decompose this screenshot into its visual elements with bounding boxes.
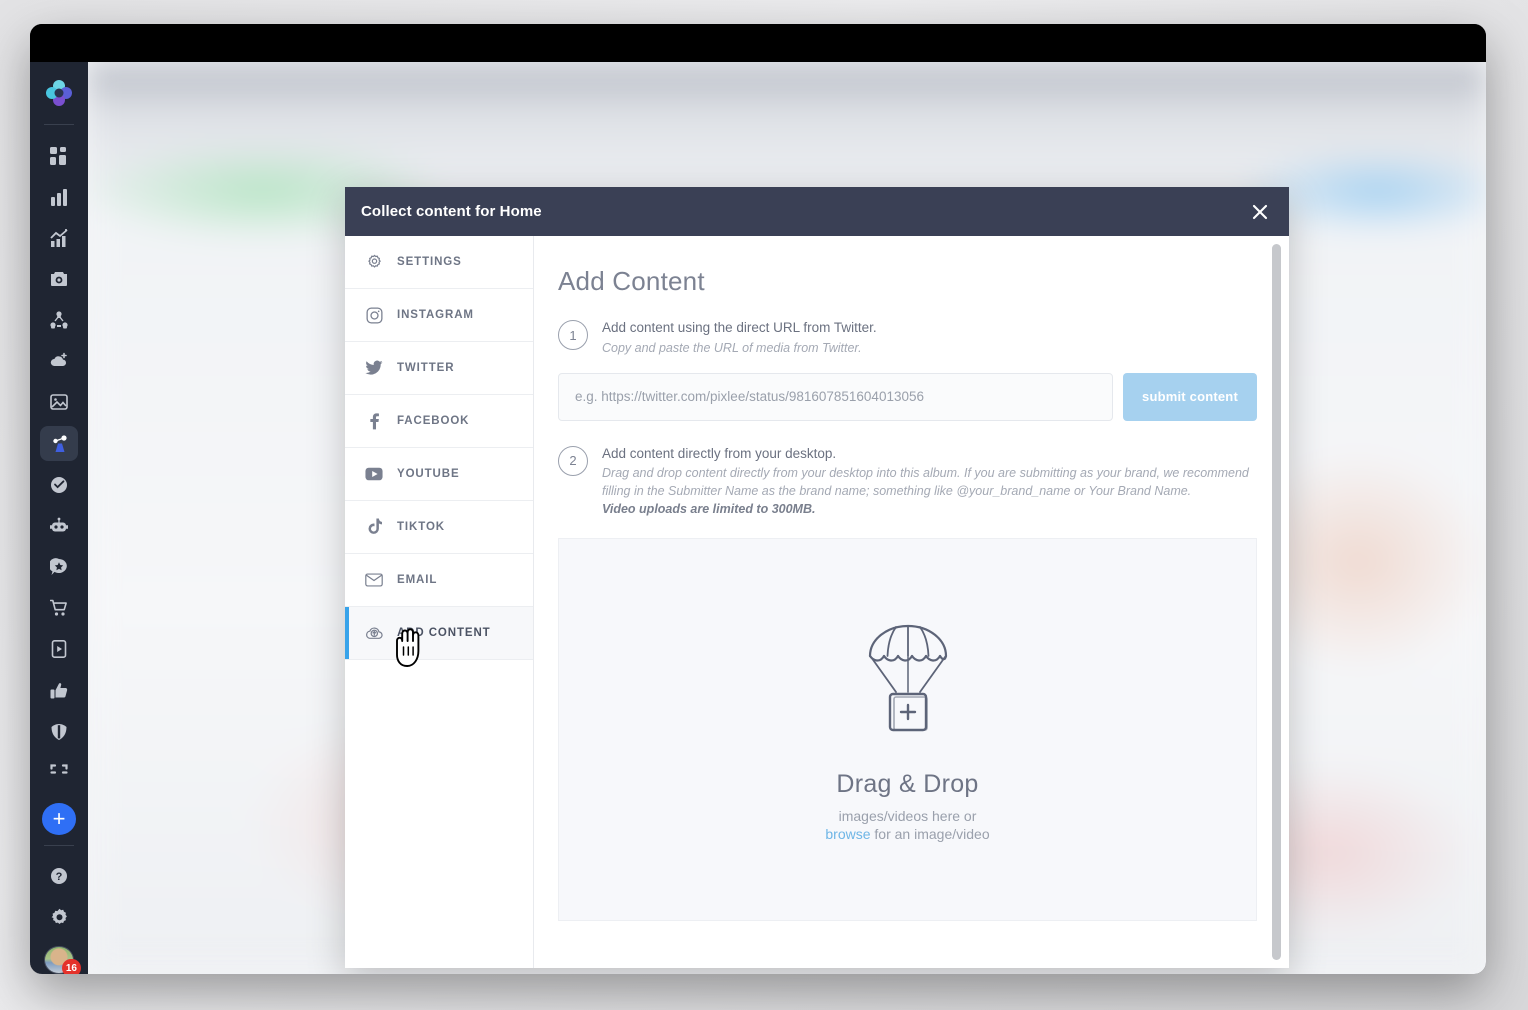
camera-icon[interactable] [40, 261, 78, 296]
sidebar-item-twitter[interactable]: TWITTER [345, 342, 533, 395]
url-input[interactable] [558, 372, 1113, 421]
crop-icon[interactable] [40, 755, 78, 790]
browser-window: + ? 16 Collect content for Home SETTINGS… [30, 24, 1486, 974]
twitter-icon [363, 359, 385, 377]
sidebar-item-label: YOUTUBE [397, 468, 460, 480]
sidebar-item-add-content[interactable]: ADD CONTENT [345, 607, 533, 660]
dashboard-icon[interactable] [40, 138, 78, 173]
browse-link[interactable]: browse [825, 826, 870, 842]
step-two-title: Add content directly from your desktop. [602, 445, 837, 461]
sidebar-item-label: EMAIL [397, 574, 438, 586]
app-viewport: + ? 16 Collect content for Home SETTINGS… [30, 62, 1486, 974]
browser-title-bar [30, 24, 1486, 62]
drag-drop-zone[interactable]: Drag & Drop images/videos here or browse… [558, 538, 1257, 922]
thumbs-up-icon[interactable] [40, 673, 78, 708]
submit-content-button[interactable]: submit content [1123, 372, 1257, 421]
approve-icon[interactable] [40, 467, 78, 502]
step-number: 1 [558, 320, 588, 350]
sidebar-item-email[interactable]: EMAIL [345, 554, 533, 607]
step-number: 2 [558, 445, 588, 476]
sidebar-item-instagram[interactable]: INSTAGRAM [345, 289, 533, 342]
background-top-bar [88, 62, 1486, 106]
mobile-video-icon[interactable] [40, 632, 78, 667]
gear-icon[interactable] [40, 900, 78, 935]
bar-chart-icon[interactable] [40, 179, 78, 214]
dropzone-sub-suffix: for an image/video [874, 826, 990, 843]
sidebar-item-label: ADD CONTENT [397, 627, 491, 639]
add-button[interactable]: + [42, 803, 76, 835]
url-submit-row: submit content [558, 372, 1257, 421]
step-one: 1 Add content using the direct URL from … [558, 319, 1257, 357]
avatar-notification-badge: 16 [61, 959, 81, 974]
app-nav-rail: + ? 16 [30, 62, 88, 974]
sidebar-item-label: SETTINGS [397, 256, 462, 268]
robot-icon[interactable] [40, 508, 78, 543]
trend-chart-icon[interactable] [40, 220, 78, 255]
dropzone-sub-prefix: images/videos here or [838, 807, 977, 824]
page-title: Add Content [558, 266, 705, 296]
modal-scrollbar-thumb[interactable] [1272, 244, 1281, 960]
modal-sidebar: SETTINGS INSTAGRAM TWITTER FACEBOOK YOUT… [345, 236, 534, 968]
sidebar-item-label: INSTAGRAM [397, 309, 474, 321]
shield-icon[interactable] [40, 714, 78, 749]
network-icon[interactable] [40, 303, 78, 338]
cart-icon[interactable] [40, 591, 78, 626]
collect-content-modal: Collect content for Home SETTINGS INSTAG… [345, 187, 1289, 968]
sidebar-item-youtube[interactable]: YOUTUBE [345, 448, 533, 501]
pixlee-logo[interactable] [44, 78, 74, 108]
step-one-title: Add content using the direct URL from Tw… [602, 320, 877, 335]
avatar[interactable]: 16 [44, 946, 81, 974]
review-star-icon[interactable] [40, 549, 78, 584]
step-two: 2 Add content directly from your desktop… [558, 445, 1257, 517]
sidebar-item-label: FACEBOOK [397, 415, 470, 427]
modal-content-pane: Add Content 1 Add content using the dire… [534, 236, 1289, 968]
step-two-note: Video uploads are limited to 300MB. [602, 502, 816, 517]
gear-icon [363, 254, 385, 271]
image-icon[interactable] [40, 385, 78, 420]
step-one-subtitle: Copy and paste the URL of media from Twi… [602, 340, 862, 355]
help-icon[interactable]: ? [40, 859, 78, 894]
rail-divider [44, 124, 74, 125]
parachute-upload-icon [865, 616, 951, 756]
modal-scrollbar-track[interactable] [1272, 236, 1285, 968]
dropzone-title: Drag & Drop [836, 769, 979, 798]
rail-divider-footer [44, 844, 74, 846]
step-two-subtitle: Drag and drop content directly from your… [602, 466, 1249, 499]
sidebar-item-label: TWITTER [397, 362, 455, 374]
modal-body: SETTINGS INSTAGRAM TWITTER FACEBOOK YOUT… [345, 236, 1289, 968]
dropzone-subtitle: images/videos here or browse for an imag… [825, 807, 989, 845]
youtube-icon [363, 465, 385, 483]
email-icon [363, 571, 385, 589]
facebook-icon [363, 412, 385, 430]
svg-text:?: ? [56, 871, 63, 883]
content-flow-icon[interactable] [40, 426, 78, 462]
modal-header: Collect content for Home [345, 187, 1289, 236]
tiktok-icon [363, 518, 385, 536]
upload-cloud-icon [363, 624, 385, 642]
sidebar-item-facebook[interactable]: FACEBOOK [345, 395, 533, 448]
sidebar-item-settings[interactable]: SETTINGS [345, 236, 533, 289]
close-icon[interactable] [1245, 197, 1275, 227]
modal-title: Collect content for Home [361, 203, 542, 220]
add-cloud-icon[interactable] [40, 344, 78, 379]
sidebar-item-label: TIKTOK [397, 521, 445, 533]
instagram-icon [363, 306, 385, 324]
sidebar-item-tiktok[interactable]: TIKTOK [345, 501, 533, 554]
